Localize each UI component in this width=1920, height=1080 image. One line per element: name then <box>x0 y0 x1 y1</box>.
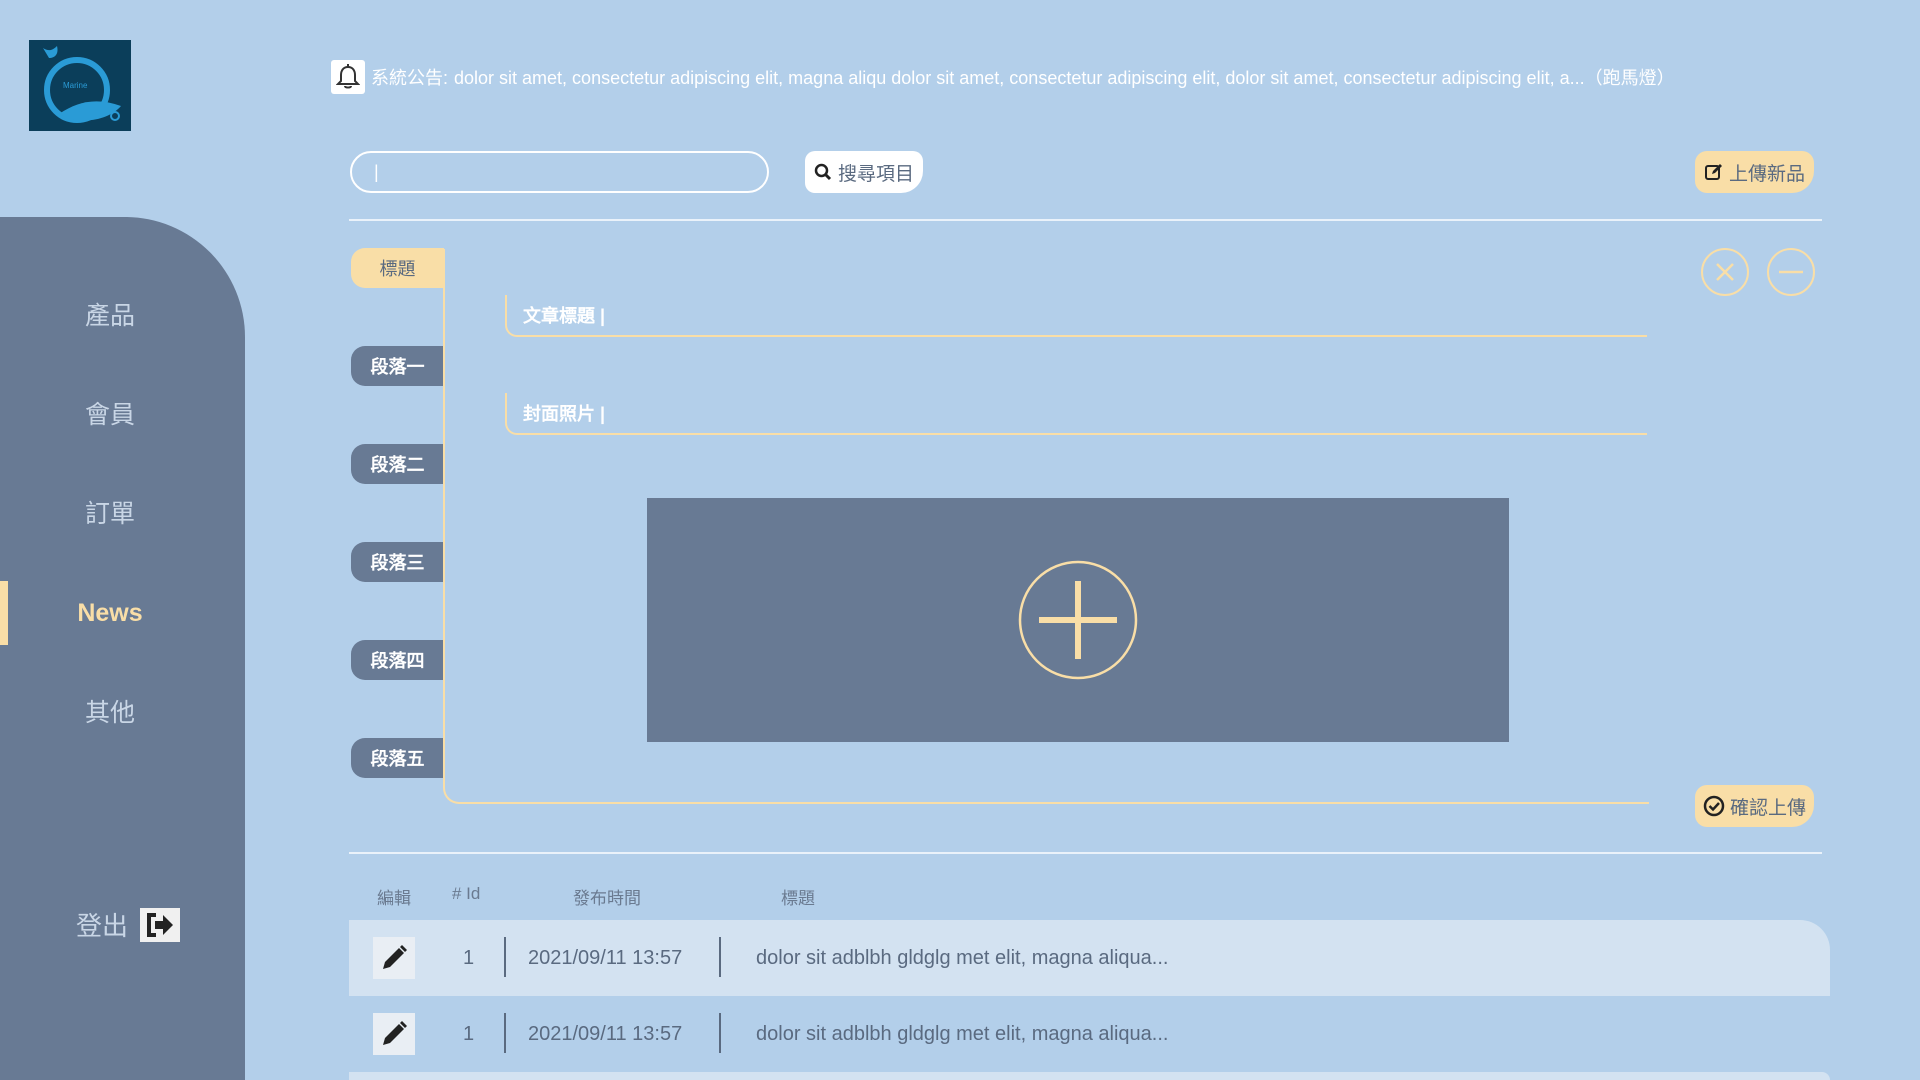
announcement-label: 系統公告: <box>371 68 449 88</box>
pencil-icon[interactable] <box>373 1013 415 1055</box>
article-title-field[interactable]: 文章標題 | <box>505 295 1647 337</box>
table-row[interactable]: 1 2021/09/11 13:57 dolor sit adblbh gldg… <box>349 996 1830 1072</box>
row-title: dolor sit adblbh gldglg met elit, magna … <box>756 1022 1169 1045</box>
header-edit: 編輯 <box>377 889 411 908</box>
announcement-bar: 系統公告: dolor sit amet, consectetur adipis… <box>331 60 1675 94</box>
logout-button[interactable]: 登出 <box>76 906 181 943</box>
edit-square-icon <box>1704 164 1722 180</box>
row-id: 1 <box>463 1022 475 1045</box>
image-upload-area[interactable] <box>647 498 1509 742</box>
column-separator <box>719 937 721 977</box>
search-icon <box>814 163 832 181</box>
cover-photo-field[interactable]: 封面照片 | <box>505 393 1647 435</box>
divider-bottom <box>349 852 1822 854</box>
table-row-partial <box>349 1072 1830 1080</box>
header-title: 標題 <box>781 889 815 908</box>
check-circle-icon <box>1703 795 1725 817</box>
sidebar-item-products[interactable]: 產品 <box>0 282 220 346</box>
tab-title[interactable]: 標題 <box>351 248 444 288</box>
minimize-button[interactable] <box>1767 248 1815 296</box>
search-button-label: 搜尋項目 <box>837 163 914 185</box>
divider-top <box>349 219 1822 221</box>
column-separator <box>504 1013 506 1053</box>
close-button[interactable] <box>1701 248 1749 296</box>
sidebar-item-orders[interactable]: 訂單 <box>0 480 220 544</box>
upload-new-button[interactable]: 上傳新品 <box>1695 151 1814 193</box>
column-separator <box>504 937 506 977</box>
header-id: # Id <box>452 884 481 903</box>
logout-label: 登出 <box>76 911 129 941</box>
sidebar-item-news[interactable]: News <box>0 581 220 645</box>
minus-icon <box>1779 270 1803 274</box>
row-date: 2021/09/11 13:57 <box>528 946 683 969</box>
close-icon <box>1716 263 1734 281</box>
pencil-icon[interactable] <box>373 937 415 979</box>
tab-paragraph-5[interactable]: 段落五 <box>351 738 444 778</box>
search-button[interactable]: 搜尋項目 <box>805 151 923 193</box>
table-row[interactable]: 1 2021/09/11 13:57 dolor sit adblbh gldg… <box>349 920 1830 996</box>
bell-icon <box>331 60 365 94</box>
confirm-upload-label: 確認上傳 <box>1729 797 1806 819</box>
search-input[interactable] <box>350 151 769 193</box>
logout-icon <box>140 907 181 942</box>
whale-logo-icon: Marine <box>43 46 121 123</box>
tab-paragraph-4[interactable]: 段落四 <box>351 640 444 680</box>
row-date: 2021/09/11 13:57 <box>528 1022 683 1045</box>
header-date: 發布時間 <box>573 889 641 908</box>
row-id: 1 <box>463 946 475 969</box>
announcement-text: dolor sit amet, consectetur adipiscing e… <box>454 68 1675 88</box>
logo: Marine <box>29 40 131 131</box>
tab-paragraph-3[interactable]: 段落三 <box>351 542 444 582</box>
sidebar-item-members[interactable]: 會員 <box>0 381 220 445</box>
confirm-upload-button[interactable]: 確認上傳 <box>1695 785 1814 827</box>
sidebar-item-others[interactable]: 其他 <box>0 679 220 743</box>
column-separator <box>719 1013 721 1053</box>
tab-paragraph-1[interactable]: 段落一 <box>351 346 444 386</box>
add-circle-icon <box>1018 560 1138 680</box>
sidebar <box>0 217 245 1080</box>
svg-text:Marine: Marine <box>63 81 88 90</box>
row-title: dolor sit adblbh gldglg met elit, magna … <box>756 946 1169 969</box>
upload-new-label: 上傳新品 <box>1728 163 1805 185</box>
tab-paragraph-2[interactable]: 段落二 <box>351 444 444 484</box>
